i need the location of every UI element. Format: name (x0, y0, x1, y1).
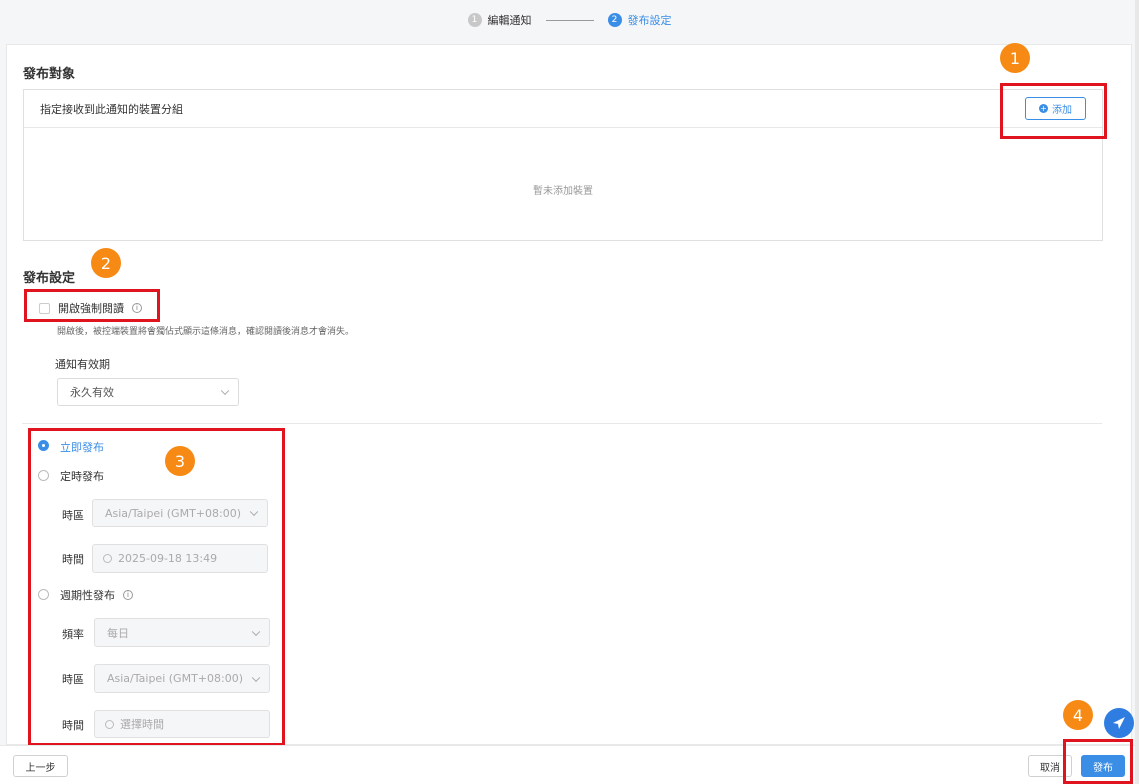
step-label: 發布設定 (627, 14, 672, 27)
step-edit-notice[interactable]: 1 編輯通知 (467, 12, 532, 28)
settings-section-title: 發布設定 (23, 271, 76, 286)
footer-bar (0, 745, 1139, 784)
page-scrollbar[interactable] (1135, 0, 1139, 784)
validity-value: 永久有效 (70, 386, 114, 399)
step-publish-settings[interactable]: 2 發布設定 (607, 12, 672, 28)
send-icon (1113, 717, 1125, 729)
step-label: 編輯通知 (487, 14, 532, 27)
device-group-panel: 指定接收到此通知的裝置分組 + 添加 暫未添加裝置 (23, 89, 1103, 241)
highlight-box-2 (24, 289, 160, 322)
device-group-header: 指定接收到此通知的裝置分組 (24, 90, 1102, 128)
step-connector (545, 19, 594, 21)
validity-label: 通知有效期 (55, 358, 110, 371)
highlight-box-4 (1063, 739, 1133, 784)
step-badge-1: 1 (1000, 43, 1030, 73)
step-indicator: 1 編輯通知 2 發布設定 (0, 0, 1139, 40)
chevron-down-icon (220, 386, 230, 396)
step-number: 1 (467, 13, 482, 27)
highlight-box-3 (28, 428, 285, 746)
section-divider (22, 423, 1102, 424)
previous-step-button[interactable]: 上一步 (13, 755, 68, 777)
step-badge-2: 2 (91, 248, 121, 278)
target-section-title: 發布對象 (23, 67, 76, 82)
step-badge-4: 4 (1063, 700, 1093, 730)
highlight-box-1 (1000, 83, 1107, 139)
step-badge-3: 3 (165, 446, 195, 476)
force-read-description: 開啟後，被控端裝置將會獨佔式顯示這條消息，確認閱讀後消息才會消失。 (57, 327, 355, 337)
send-fab-button[interactable] (1104, 708, 1134, 738)
validity-select[interactable]: 永久有效 (57, 378, 239, 406)
empty-device-text: 暫未添加裝置 (533, 186, 593, 197)
step-number: 2 (607, 13, 622, 27)
device-group-header-label: 指定接收到此通知的裝置分組 (40, 102, 183, 116)
